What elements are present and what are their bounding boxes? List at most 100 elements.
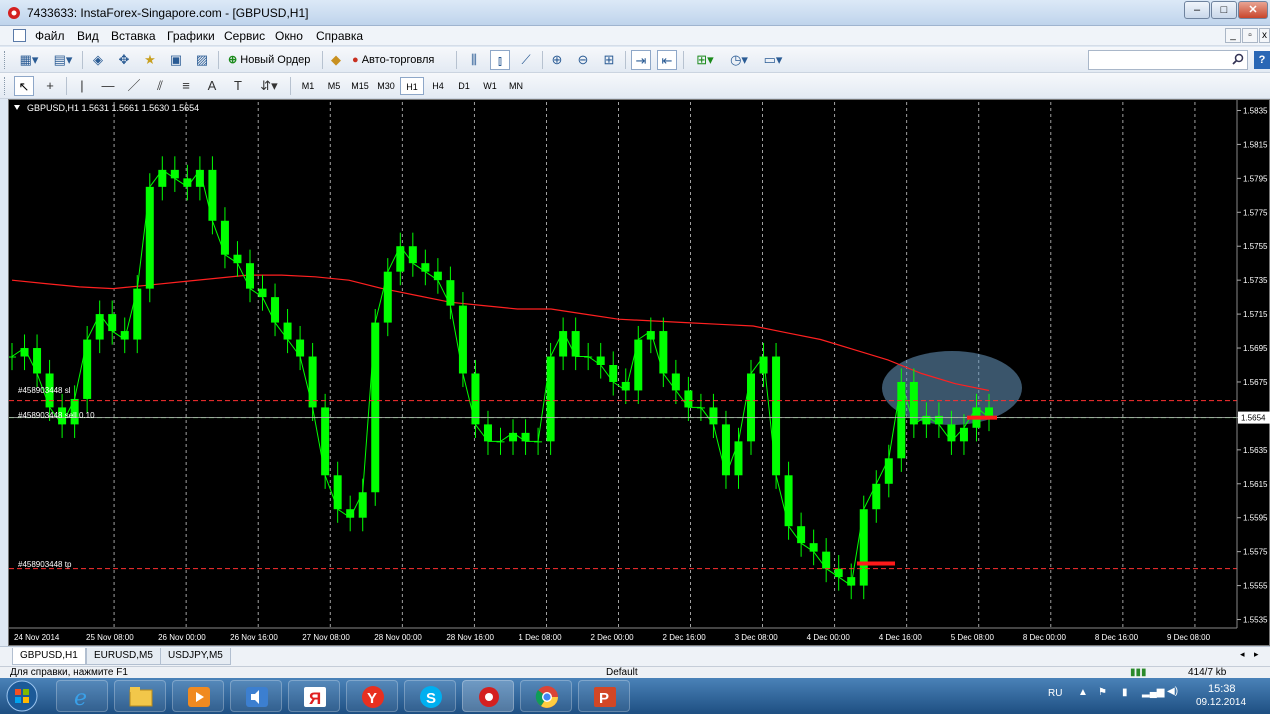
taskbar-skype[interactable]: S <box>404 680 456 712</box>
tab-usdjpy-m5[interactable]: USDJPY,M5 <box>160 648 231 665</box>
taskbar-media-player[interactable] <box>172 680 224 712</box>
chart-header: GBPUSD,H1 1.5631 1.5661 1.5630 1.5654 <box>27 103 199 113</box>
status-traffic: 414/7 kb <box>1188 667 1227 678</box>
timeframe-m15[interactable]: M15 <box>348 77 372 95</box>
close-button[interactable]: ✕ <box>1238 1 1268 19</box>
timeframe-d1[interactable]: D1 <box>452 77 476 95</box>
periods-icon[interactable]: ◷▾ <box>724 50 754 70</box>
market-watch-icon[interactable]: ◈ <box>88 50 108 70</box>
ie-icon: e <box>74 686 87 710</box>
crosshair-icon[interactable]: + <box>40 76 60 96</box>
start-button-icon[interactable] <box>4 679 40 713</box>
clock-time[interactable]: 15:38 <box>1208 683 1236 695</box>
toolbar-grip[interactable] <box>4 51 7 69</box>
chart-shift-icon[interactable]: ⇤ <box>657 50 677 70</box>
candle-body <box>471 373 480 425</box>
taskbar-explorer[interactable] <box>114 680 166 712</box>
zoom-in-icon[interactable]: ⊕ <box>547 50 567 70</box>
menu-file[interactable]: Файл <box>35 29 65 43</box>
timeframe-h4[interactable]: H4 <box>426 77 450 95</box>
search-field[interactable] <box>1088 50 1248 70</box>
line-chart-icon[interactable]: ⟋ <box>516 50 536 70</box>
candle-body <box>509 432 518 442</box>
battery-icon[interactable]: ▮ <box>1122 687 1128 698</box>
candlesticks-icon[interactable]: ⫾ <box>490 50 510 70</box>
candle-body <box>559 331 568 357</box>
trendline-icon[interactable]: ／ <box>124 76 144 96</box>
new-order-button[interactable]: ⊕ Новый Ордер <box>228 50 310 70</box>
timeframe-h1[interactable]: H1 <box>400 77 424 95</box>
maximize-button[interactable]: □ <box>1211 1 1237 19</box>
profiles-icon[interactable]: ▤▾ <box>48 50 78 70</box>
strategy-tester-icon[interactable]: ▨ <box>192 50 212 70</box>
x-tick-label: 4 Dec 00:00 <box>807 633 851 642</box>
menu-view[interactable]: Вид <box>77 29 99 43</box>
language-indicator[interactable]: RU <box>1048 688 1062 699</box>
taskbar-metatrader[interactable] <box>462 680 514 712</box>
mdi-minimize-button[interactable]: _ <box>1225 28 1241 43</box>
horizontal-line-icon[interactable]: — <box>98 76 118 96</box>
templates-icon[interactable]: ▭▾ <box>758 50 788 70</box>
navigator-icon[interactable]: ★ <box>140 50 160 70</box>
menu-help[interactable]: Справка <box>316 29 363 43</box>
new-order-label: Новый Ордер <box>240 54 311 66</box>
menu-charts[interactable]: Графики <box>167 29 215 43</box>
auto-trading-icon: ● <box>352 54 359 66</box>
taskbar-yandex[interactable]: Я <box>288 680 340 712</box>
flag-icon[interactable]: ⚑ <box>1098 687 1107 698</box>
tile-windows-icon[interactable]: ⊞ <box>599 50 619 70</box>
svg-text:Я: Я <box>309 689 321 708</box>
explorer-icon <box>129 687 153 707</box>
zoom-out-icon[interactable]: ⊖ <box>573 50 593 70</box>
timeframe-m5[interactable]: M5 <box>322 77 346 95</box>
auto-trading-button[interactable]: ● Авто-торговля <box>352 50 434 70</box>
taskbar-yandex-browser[interactable]: Y <box>346 680 398 712</box>
menu-window[interactable]: Окно <box>275 29 303 43</box>
mdi-restore-button[interactable]: ▫ <box>1242 28 1258 43</box>
tab-gbpusd-h1[interactable]: GBPUSD,H1 <box>12 648 86 665</box>
metaeditor-icon[interactable]: ◆ <box>326 50 346 70</box>
search-input[interactable] <box>1089 51 1224 69</box>
mdi-close-button[interactable]: x <box>1259 28 1270 43</box>
fibonacci-icon[interactable]: ≡ <box>176 76 196 96</box>
chart-menu-icon[interactable] <box>14 105 20 110</box>
bar-chart-icon[interactable]: ⫼ <box>464 50 484 70</box>
speaker-icon[interactable]: ◀) <box>1167 686 1178 697</box>
taskbar-chrome[interactable] <box>520 680 572 712</box>
text-icon[interactable]: A <box>202 76 222 96</box>
chart-window[interactable]: 24 Nov 2014 25 Nov 08:00 26 Nov 00:00 26 No… <box>8 99 1270 646</box>
vertical-line-icon[interactable]: | <box>72 76 92 96</box>
timeframe-mn[interactable]: MN <box>504 77 528 95</box>
network-icon[interactable]: ▂▄▆ <box>1142 687 1164 698</box>
terminal-icon[interactable]: ▣ <box>166 50 186 70</box>
candle-body <box>233 254 242 264</box>
x-tick-label: 8 Dec 00:00 <box>1023 633 1067 642</box>
timeframe-w1[interactable]: W1 <box>478 77 502 95</box>
taskbar-powerpoint[interactable]: P <box>578 680 630 712</box>
help-icon[interactable]: ? <box>1254 51 1270 69</box>
timeframe-m30[interactable]: M30 <box>374 77 398 95</box>
tab-eurusd-m5[interactable]: EURUSD,M5 <box>86 648 161 665</box>
tab-scroll-left-icon[interactable]: ◂ <box>1240 649 1245 660</box>
cursor-icon[interactable]: ↖ <box>14 76 34 96</box>
arrows-icon[interactable]: ⇵▾ <box>254 76 284 96</box>
equidistant-channel-icon[interactable]: ⫽ <box>150 76 170 96</box>
data-window-icon[interactable]: ✥ <box>114 50 134 70</box>
menu-insert[interactable]: Вставка <box>111 29 156 43</box>
price-chart[interactable]: 24 Nov 2014 25 Nov 08:00 26 Nov 00:00 26 No… <box>9 100 1270 647</box>
indicators-icon[interactable]: ⊞▾ <box>690 50 720 70</box>
minimize-button[interactable]: – <box>1184 1 1210 19</box>
taskbar-volume-app[interactable] <box>230 680 282 712</box>
clock-date[interactable]: 09.12.2014 <box>1196 697 1246 708</box>
text-label-icon[interactable]: T <box>228 76 248 96</box>
tray-expand-icon[interactable]: ▲ <box>1078 687 1088 698</box>
search-icon[interactable] <box>1232 53 1244 65</box>
candle-body <box>659 331 668 374</box>
autoscroll-icon[interactable]: ⇥ <box>631 50 651 70</box>
timeframe-m1[interactable]: M1 <box>296 77 320 95</box>
menu-tools[interactable]: Сервис <box>224 29 265 43</box>
tab-scroll-right-icon[interactable]: ▸ <box>1254 649 1259 660</box>
new-chart-icon[interactable]: ▦▾ <box>14 50 44 70</box>
toolbar-grip[interactable] <box>4 77 7 95</box>
taskbar-ie[interactable]: e <box>56 680 108 712</box>
